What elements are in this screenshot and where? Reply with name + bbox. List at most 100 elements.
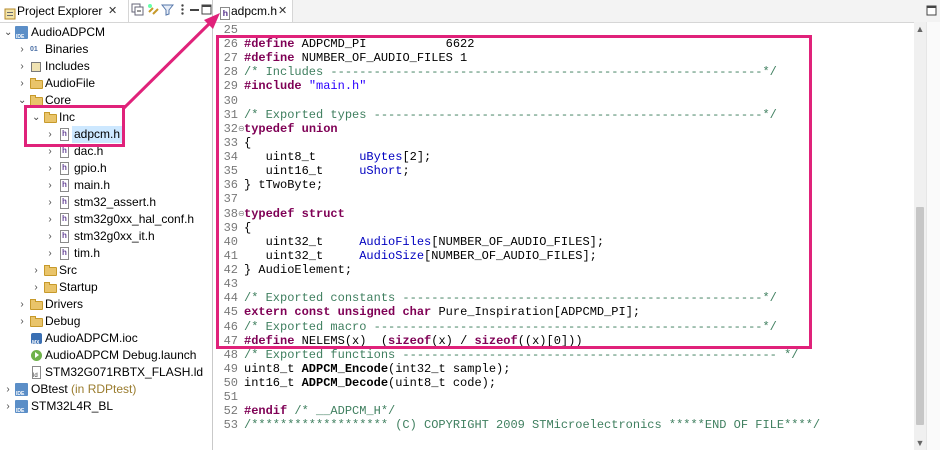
line-number: 52: [223, 404, 238, 419]
line-number: 40: [223, 234, 238, 249]
code-line: typedef struct: [244, 206, 345, 221]
tree-item-ld[interactable]: STM32G071RBTX_FLASH.ld: [0, 364, 212, 385]
tab-project-explorer[interactable]: Project Explorer ✕: [0, 0, 129, 22]
chevron-right-icon[interactable]: ›: [46, 245, 54, 262]
header-file-icon: [58, 230, 71, 243]
header-file-icon: [58, 247, 71, 260]
chevron-right-icon[interactable]: ›: [46, 143, 54, 160]
chevron-right-icon[interactable]: ›: [18, 41, 26, 58]
chevron-right-icon[interactable]: ›: [46, 228, 54, 245]
tree-item-audioadpcm[interactable]: ⌄ AudioADPCM: [0, 24, 212, 46]
line-number: 28: [223, 65, 238, 80]
chevron-right-icon[interactable]: ›: [32, 279, 40, 296]
chevron-right-icon[interactable]: ›: [46, 126, 54, 143]
tree-item-stm32-assert-h[interactable]: › stm32_assert.h: [0, 194, 212, 211]
tree-item-inc[interactable]: ⌄ Inc: [0, 109, 212, 126]
line-number: 41: [223, 248, 238, 263]
chevron-right-icon[interactable]: ›: [46, 177, 54, 194]
tree-item-adpcm-h[interactable]: › adpcm.h: [0, 126, 212, 143]
tree-item-stm32l4r-bl[interactable]: › STM32L4R_BL: [0, 398, 212, 420]
line-number: 25: [223, 23, 238, 37]
tab-adpcm-h[interactable]: h adpcm.h ✕: [214, 0, 293, 22]
project-name: OBtest: [31, 382, 68, 396]
chevron-down-icon[interactable]: ⌄: [32, 109, 40, 126]
chevron-right-icon[interactable]: ›: [18, 296, 26, 313]
ioc-file-icon: [30, 332, 43, 352]
project-explorer-panel: Project Explorer ✕ ⌄ AudioADPCM: [0, 0, 213, 450]
header-file-icon: [58, 196, 71, 209]
tree-item-it-h[interactable]: › stm32g0xx_it.h: [0, 228, 212, 245]
filter-icon[interactable]: [160, 3, 174, 17]
scroll-down-icon[interactable]: ▼: [914, 438, 926, 448]
chevron-right-icon[interactable]: ›: [18, 75, 26, 92]
tree-item-gpio-h[interactable]: › gpio.h: [0, 160, 212, 177]
chevron-right-icon[interactable]: ›: [46, 211, 54, 228]
scroll-up-icon[interactable]: ▲: [914, 24, 926, 34]
tab-adpcm-h-label: adpcm.h: [231, 4, 278, 18]
code-text-area[interactable]: #define ADPCMD_PI 6622 #define NUMBER_OF_…: [244, 22, 914, 450]
tree-item-label: Startup: [59, 280, 98, 294]
tree-item-src[interactable]: › Src: [0, 262, 212, 279]
tree-item-launch[interactable]: AudioADPCM Debug.launch: [0, 347, 212, 364]
header-file-icon: [58, 162, 71, 175]
tree-item-label: AudioADPCM: [31, 25, 106, 39]
code-line: /* Exported macro ----------------------…: [244, 319, 777, 334]
chevron-right-icon[interactable]: ›: [32, 262, 40, 279]
launch-file-icon: [30, 349, 43, 362]
tree-item-label: OBtest (in RDPtest): [31, 381, 136, 398]
code-line: /* Exported functions ------------------…: [244, 347, 799, 362]
line-number: 53: [223, 418, 238, 433]
tree-item-main-h[interactable]: › main.h: [0, 177, 212, 194]
tree-item-label: STM32G071RBTX_FLASH.ld: [45, 365, 204, 379]
line-number: 30: [223, 93, 238, 108]
line-number: 39: [223, 220, 238, 235]
code-line: /******************* (C) COPYRIGHT 2009 …: [244, 418, 821, 433]
header-file-icon: h: [219, 5, 231, 20]
chevron-right-icon[interactable]: ›: [4, 398, 12, 415]
tree-item-dac-h[interactable]: › dac.h: [0, 143, 212, 160]
close-icon[interactable]: ✕: [108, 0, 117, 22]
chevron-down-icon[interactable]: ⌄: [4, 24, 12, 41]
maximize-icon[interactable]: [925, 4, 938, 17]
line-number: 33: [223, 135, 238, 150]
tree-item-drivers[interactable]: › Drivers: [0, 296, 212, 313]
close-icon[interactable]: ✕: [278, 0, 287, 22]
overview-ruler: [926, 22, 940, 450]
code-editor: h adpcm.h ✕ 25 26 27 28 29 30 31 32 ⊖ 33 34 35 36 37 3…: [214, 0, 940, 450]
link-with-editor-icon[interactable]: [146, 3, 160, 17]
tree-item-debug[interactable]: › Debug: [0, 313, 212, 330]
maximize-icon[interactable]: [199, 3, 212, 17]
tree-item-includes[interactable]: › Includes: [0, 58, 212, 75]
vertical-scrollbar[interactable]: ▲ ▼: [914, 22, 926, 450]
tree-item-core[interactable]: ⌄ Core: [0, 92, 212, 109]
chevron-right-icon[interactable]: ›: [18, 58, 26, 75]
code-line: /* Exported types ----------------------…: [244, 107, 777, 122]
tree-item-label: stm32g0xx_it.h: [74, 229, 155, 243]
line-number: 31: [223, 107, 238, 122]
tree-item-label: Debug: [45, 314, 81, 328]
chevron-right-icon[interactable]: ›: [46, 194, 54, 211]
code-line: uint8_t ADPCM_Encode(int32_t sample);: [244, 361, 511, 376]
code-line: } tTwoByte;: [244, 178, 324, 193]
tree-item-tim-h[interactable]: › tim.h: [0, 245, 212, 262]
tree-item-audiofile[interactable]: › AudioFile: [0, 75, 212, 92]
tree-item-hal-conf-h[interactable]: › stm32g0xx_hal_conf.h: [0, 211, 212, 228]
folder-icon: [30, 298, 43, 311]
tree-item-startup[interactable]: › Startup: [0, 279, 212, 296]
tree-item-binaries[interactable]: › Binaries: [0, 41, 212, 58]
tree-item-label: Core: [45, 93, 72, 107]
chevron-right-icon[interactable]: ›: [18, 313, 26, 330]
scrollbar-thumb[interactable]: [916, 207, 924, 425]
line-number: 50: [223, 376, 238, 390]
line-number: 42: [223, 263, 238, 278]
tree-item-label: Inc: [59, 110, 76, 124]
chevron-right-icon[interactable]: ›: [46, 160, 54, 177]
project-icon: [15, 383, 28, 403]
tree-item-obtest[interactable]: › OBtest (in RDPtest): [0, 381, 212, 403]
tree-item-ioc[interactable]: AudioADPCM.ioc: [0, 330, 212, 352]
code-line: {: [244, 135, 252, 150]
chevron-down-icon[interactable]: ⌄: [18, 92, 26, 109]
chevron-right-icon[interactable]: ›: [4, 381, 12, 398]
folder-icon: [30, 315, 43, 328]
collapse-all-icon[interactable]: [130, 3, 144, 17]
